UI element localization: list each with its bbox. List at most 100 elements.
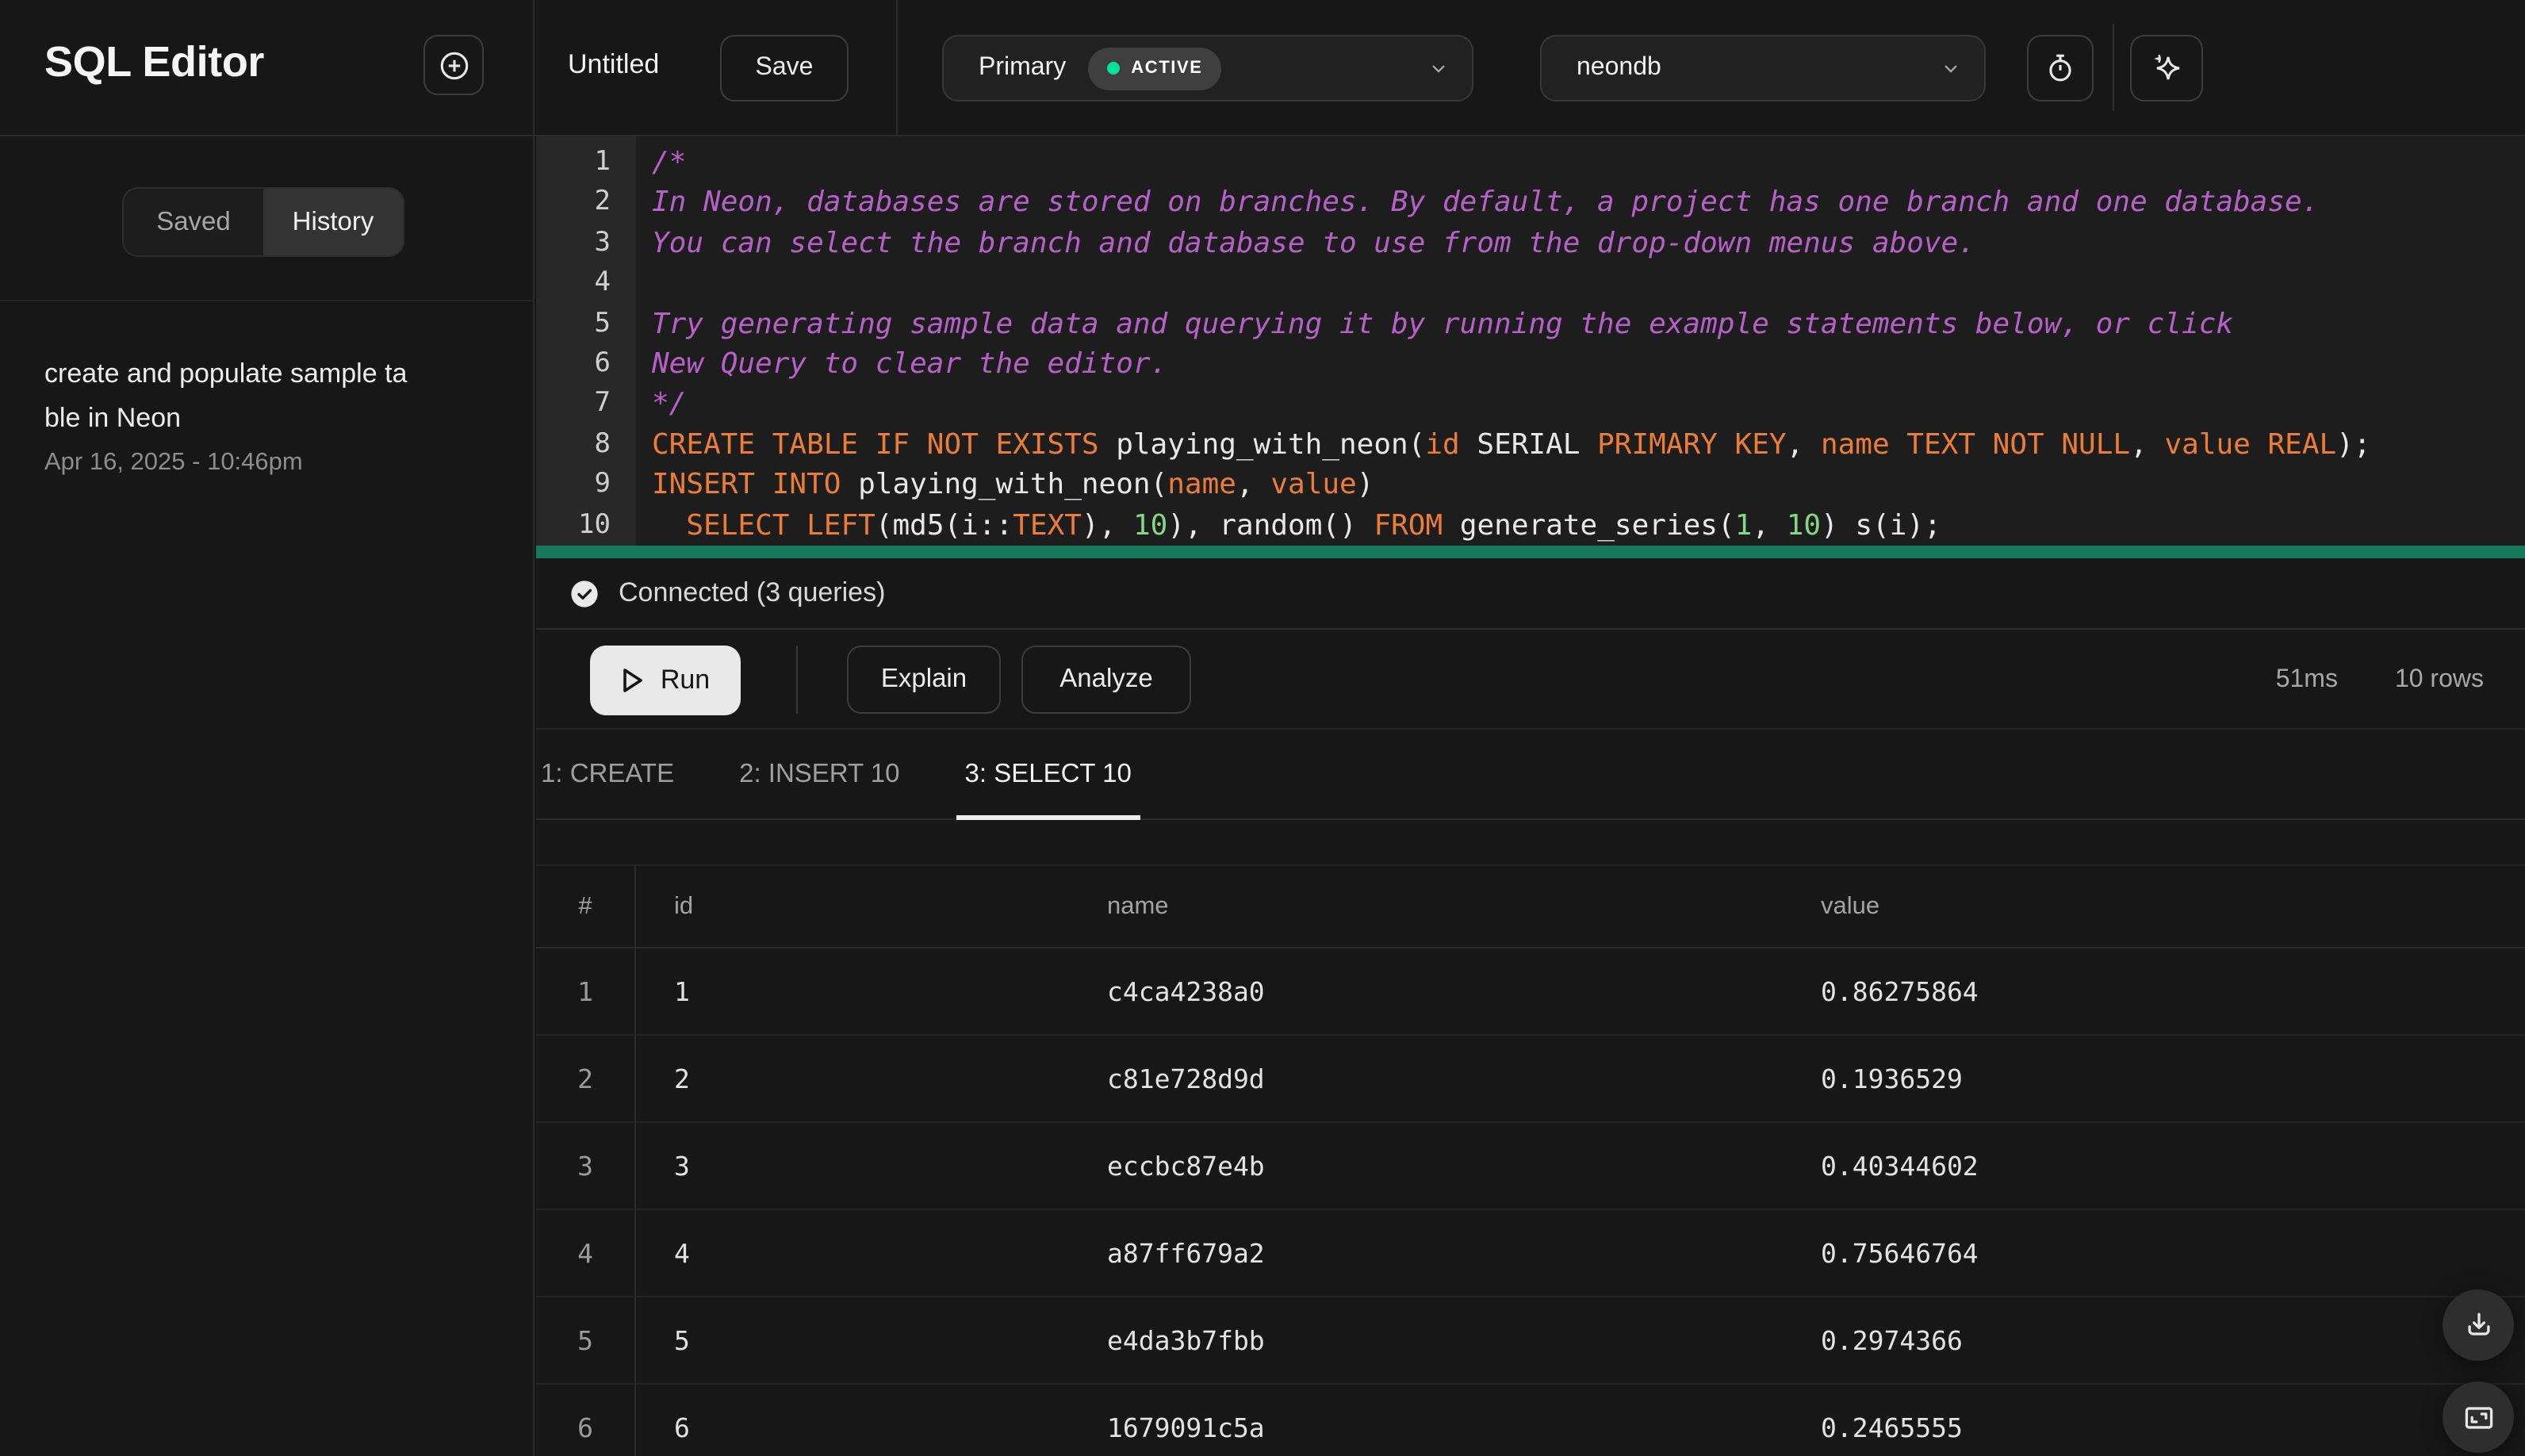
toolbar-divider <box>896 0 898 135</box>
sql-code-editor[interactable]: 1 /* 2 In Neon, databases are stored on bra… <box>536 136 2525 546</box>
line-number: 7 <box>594 387 611 420</box>
code-token-pl: ), random() <box>1167 508 1374 542</box>
table-row: 3 3 eccbc87e4b 0.40344602 <box>536 1123 2525 1210</box>
code-line-content: */ <box>636 385 686 425</box>
table-cell-id: 2 <box>674 1063 690 1094</box>
stopwatch-icon <box>2043 51 2078 86</box>
code-token-kw: INSERT INTO <box>652 468 841 502</box>
explain-button[interactable]: Explain <box>847 646 1001 714</box>
analyze-button[interactable]: Analyze <box>1021 646 1191 714</box>
column-header-name: name <box>1107 892 1169 919</box>
code-token-cm: /* <box>652 146 687 179</box>
table-cell-value: 0.2974366 <box>1821 1325 1963 1355</box>
line-number: 1 <box>594 146 611 178</box>
download-results-button[interactable] <box>2443 1289 2514 1361</box>
table-cell-name: 1679091c5a <box>1107 1412 1265 1443</box>
table-cell-name: c81e728d9d <box>1107 1063 1265 1094</box>
toolbar-divider <box>2113 24 2114 111</box>
code-token-kw: value <box>1270 468 1357 502</box>
code-token-kw: name TEXT NOT NULL <box>1820 427 2131 462</box>
connection-status-text: Connected (3 queries) <box>619 577 886 607</box>
code-token-kw: name <box>1167 468 1236 502</box>
table-cell-index: 4 <box>536 1210 636 1296</box>
code-token-pl: , <box>2130 427 2165 462</box>
code-token-pl: SERIAL <box>1459 427 1598 462</box>
new-query-button[interactable] <box>423 35 484 95</box>
query-row-count: 10 rows <box>2394 665 2484 692</box>
query-history-timer-button[interactable] <box>2027 35 2094 102</box>
table-row: 6 6 1679091c5a 0.2465555 <box>536 1385 2525 1456</box>
code-line-content: In Neon, databases are stored on branche… <box>636 183 2319 224</box>
history-item-timestamp: Apr 16, 2025 - 10:46pm <box>44 449 303 476</box>
active-status-label: ACTIVE <box>1131 59 1203 78</box>
table-body: 1 1 c4ca4238a0 0.86275864 2 2 c81e728d9d 0.1936… <box>536 948 2525 1456</box>
run-progress-bar <box>536 546 2525 558</box>
saved-history-segmented-control: Saved History <box>122 187 404 257</box>
code-line: 2 In Neon, databases are stored on branch… <box>536 183 2525 224</box>
code-token-cm: You can select the branch and database t… <box>652 226 1975 260</box>
sidebar-divider <box>0 300 535 301</box>
ai-assist-button[interactable] <box>2130 35 2203 102</box>
code-token-pl: playing_with_neon( <box>841 468 1168 502</box>
table-cell-index: 2 <box>536 1036 636 1121</box>
code-token-kw: PRIMARY KEY <box>1597 427 1787 462</box>
code-token-pl: ) s(i); <box>1821 508 1941 542</box>
actions-divider <box>796 646 798 714</box>
expand-results-button[interactable] <box>2443 1381 2514 1453</box>
line-number: 4 <box>594 266 611 299</box>
tab-history[interactable]: History <box>263 189 403 255</box>
connection-status-bar: Connected (3 queries) <box>536 558 2525 630</box>
run-button-label: Run <box>660 664 711 694</box>
code-token-kw: FROM <box>1374 508 1443 542</box>
table-cell-name: eccbc87e4b <box>1107 1151 1265 1181</box>
code-line-content: New Query to clear the editor. <box>636 344 1167 385</box>
code-token-kw: SELECT LEFT <box>686 508 876 542</box>
code-token-nu: 10 <box>1786 508 1822 542</box>
sql-editor-app: SQL Editor Saved History create and popu… <box>0 0 2525 1456</box>
history-list-item[interactable]: create and populate sample ta ble in Neon… <box>44 352 504 477</box>
line-number: 2 <box>594 186 611 218</box>
line-number: 10 <box>578 508 611 541</box>
table-cell-name: a87ff679a2 <box>1107 1238 1265 1268</box>
code-line-content: SELECT LEFT(md5(i::TEXT), 10), random() … <box>636 505 1941 546</box>
result-tabs: 1: CREATE 2: INSERT 10 3: SELECT 10 <box>536 728 2525 820</box>
code-token-kw: CREATE TABLE IF NOT EXISTS <box>652 427 1099 462</box>
table-cell-value: 0.75646764 <box>1821 1238 1979 1268</box>
code-line-content: Try generating sample data and querying … <box>636 304 2233 344</box>
code-line-content: INSERT INTO playing_with_neon(name, valu… <box>636 465 1374 505</box>
table-cell-index: 3 <box>536 1123 636 1209</box>
result-tab[interactable]: 2: INSERT 10 <box>736 730 902 818</box>
code-line: 7 */ <box>536 385 2525 425</box>
tab-saved[interactable]: Saved <box>124 189 263 255</box>
code-token-cm: Try generating sample data and querying … <box>652 307 2233 341</box>
main-panel: Untitled Save Primary ACTIVE neondb 1 /*… <box>536 0 2525 1456</box>
result-tab[interactable]: 1: CREATE <box>538 730 677 818</box>
code-line-content: /* <box>636 143 686 183</box>
query-metrics: 51ms 10 rows <box>2276 665 2484 694</box>
code-token-kw: TEXT <box>1013 508 1082 542</box>
code-token-cm: */ <box>652 387 687 421</box>
code-token-pl: generate_series( <box>1443 508 1735 542</box>
code-token-pl: ); <box>2336 427 2371 462</box>
history-title-line: create and populate sample ta <box>44 358 408 389</box>
results-table: # id name value 1 1 c4ca4238a0 0.86275864 2 2… <box>536 820 2525 1456</box>
play-icon <box>621 665 646 694</box>
save-button[interactable]: Save <box>720 35 849 102</box>
branch-select[interactable]: Primary ACTIVE <box>942 35 1473 102</box>
code-token-pl: , <box>1752 508 1787 542</box>
run-button[interactable]: Run <box>590 645 741 715</box>
code-line: 3 You can select the branch and database … <box>536 224 2525 264</box>
database-select[interactable]: neondb <box>1540 35 1986 102</box>
history-item-title: create and populate sample ta ble in Neon <box>44 352 504 439</box>
table-cell-value: 0.1936529 <box>1821 1063 1963 1094</box>
result-tab[interactable]: 3: SELECT 10 <box>956 730 1142 820</box>
code-lines: 1 /* 2 In Neon, databases are stored on bra… <box>536 143 2525 546</box>
table-row: 5 5 e4da3b7fbb 0.2974366 <box>536 1297 2525 1385</box>
query-duration: 51ms <box>2275 665 2338 692</box>
code-line: 4 <box>536 263 2525 304</box>
chevron-down-icon <box>1427 57 1450 79</box>
chevron-down-icon <box>1940 57 1962 79</box>
circle-plus-icon <box>435 47 472 83</box>
code-line-content: CREATE TABLE IF NOT EXISTS playing_with_… <box>636 424 2371 465</box>
